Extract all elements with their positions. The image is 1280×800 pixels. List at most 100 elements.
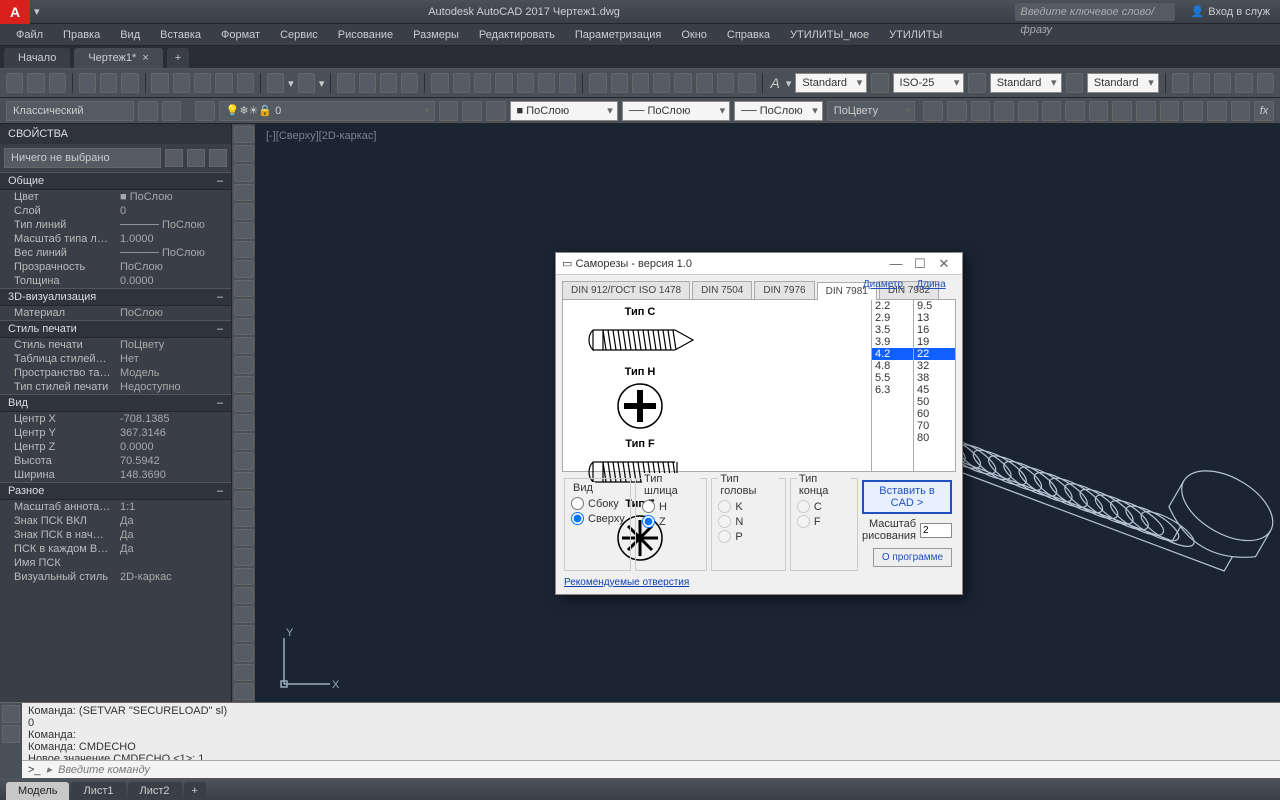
draw-tool-0[interactable] [234,126,254,143]
insert-button[interactable]: Вставить в CAD > [862,480,952,514]
r3-icon[interactable] [1214,73,1231,93]
line-icon[interactable] [589,73,606,93]
u11-icon[interactable] [1160,101,1180,121]
length-item[interactable]: 16 [914,324,955,336]
prop-row[interactable]: Слой0 [0,204,231,218]
zoom-icon[interactable] [359,73,376,93]
prop-row[interactable]: Стиль печатиПоЦвету [0,338,231,352]
slot-z-radio[interactable]: Z [642,514,700,529]
arc-icon[interactable] [632,73,649,93]
length-item[interactable]: 32 [914,360,955,372]
minimize-icon[interactable]: — [884,256,908,271]
draw-tool-13[interactable] [234,376,254,393]
dialog-titlebar[interactable]: ▭ Саморезы - версия 1.0 — ☐ ✕ [556,253,962,275]
tab-drawing[interactable]: Чертеж1*× [74,48,162,68]
draw-tool-26[interactable] [234,625,254,642]
menu-Файл[interactable]: Файл [6,26,53,44]
undo-icon[interactable] [267,73,284,93]
opts-icon[interactable] [2,725,20,743]
diameter-item[interactable]: 3.5 [872,324,913,336]
maximize-icon[interactable]: ☐ [908,256,932,272]
props-icon[interactable] [453,73,470,93]
new-icon[interactable] [6,73,23,93]
tab-new[interactable]: + [167,48,189,68]
fx-icon[interactable]: fx [1254,101,1274,121]
save-icon[interactable] [49,73,66,93]
dim-style-combo[interactable]: ISO-25 [893,73,965,93]
menu-УТИЛИТЫ[interactable]: УТИЛИТЫ [879,26,952,44]
hatch-icon[interactable] [717,73,734,93]
draw-tool-6[interactable] [234,241,254,258]
qc-icon[interactable] [559,73,576,93]
tab-add-layout[interactable]: + [184,782,206,800]
li1-icon[interactable] [439,101,459,121]
about-button[interactable]: О программе [873,548,952,567]
command-input[interactable]: >_ ▸ Введите команду [22,760,1280,778]
paste-icon[interactable] [194,73,211,93]
plot-icon[interactable] [100,73,117,93]
search-input[interactable]: Введите ключевое слово/фразу [1015,3,1175,21]
draw-tool-14[interactable] [234,395,254,412]
length-item[interactable]: 19 [914,336,955,348]
length-item[interactable]: 38 [914,372,955,384]
tab-model[interactable]: Модель [6,782,69,800]
head-n-radio[interactable]: N [718,514,779,529]
menu-Параметризация[interactable]: Параметризация [565,26,671,44]
ws-icon[interactable] [138,101,158,121]
diameter-item[interactable]: 5.5 [872,372,913,384]
length-item[interactable]: 13 [914,312,955,324]
draw-tool-12[interactable] [234,356,254,373]
prop-row[interactable]: Пространство та…Модель [0,366,231,380]
draw-tool-5[interactable] [234,222,254,239]
r2-icon[interactable] [1193,73,1210,93]
prop-group[interactable]: Вид– [0,394,231,412]
u6-icon[interactable] [1042,101,1062,121]
scale-input[interactable] [920,523,952,538]
ellipse-icon[interactable] [696,73,713,93]
u14-icon[interactable] [1231,101,1251,121]
circle-icon[interactable] [653,73,670,93]
menu-Сервис[interactable]: Сервис [270,26,328,44]
std-tab[interactable]: DIN 7976 [754,281,814,299]
diameter-item[interactable]: 4.8 [872,360,913,372]
prop-row[interactable]: Знак ПСК в нач…Да [0,528,231,542]
view-side-radio[interactable]: Сбоку [571,496,624,511]
login-button[interactable]: 👤Вход в служ [1181,5,1280,18]
u4-icon[interactable] [994,101,1014,121]
close-icon[interactable]: × [142,52,148,64]
prop-row[interactable]: Центр Z0.0000 [0,440,231,454]
prop-row[interactable]: Вес линий───── ПоСлою [0,246,231,260]
diameter-list[interactable]: 2.22.93.53.94.24.85.56.3 [871,300,913,471]
length-item[interactable]: 22 [914,348,955,360]
u13-icon[interactable] [1207,101,1227,121]
print-icon[interactable] [79,73,96,93]
li3-icon[interactable] [486,101,506,121]
u5-icon[interactable] [1018,101,1038,121]
tab-layout2[interactable]: Лист2 [128,782,182,800]
head-k-radio[interactable]: K [718,499,779,514]
dc-icon[interactable] [474,73,491,93]
u1-icon[interactable] [923,101,943,121]
draw-tool-7[interactable] [234,260,254,277]
prop-row[interactable]: Цвет■ ПоСлою [0,190,231,204]
menu-Редактировать[interactable]: Редактировать [469,26,565,44]
preview-icon[interactable] [121,73,138,93]
menu-Вид[interactable]: Вид [110,26,150,44]
li2-icon[interactable] [462,101,482,121]
lay-icon[interactable] [195,101,215,121]
length-item[interactable]: 70 [914,420,955,432]
r4-icon[interactable] [1235,73,1252,93]
tp-icon[interactable] [495,73,512,93]
ssm-icon[interactable] [517,73,534,93]
r1-icon[interactable] [1172,73,1189,93]
ml-style-combo[interactable]: Standard [1087,73,1159,93]
menu-Справка[interactable]: Справка [717,26,780,44]
tab-layout1[interactable]: Лист1 [71,782,125,800]
draw-tool-28[interactable] [234,664,254,681]
r5-icon[interactable] [1257,73,1274,93]
end-c-radio[interactable]: C [797,499,851,514]
cut-icon[interactable] [151,73,168,93]
menu-Вставка[interactable]: Вставка [150,26,211,44]
diameter-item[interactable]: 6.3 [872,384,913,396]
prop-row[interactable]: Центр X-708.1385 [0,412,231,426]
